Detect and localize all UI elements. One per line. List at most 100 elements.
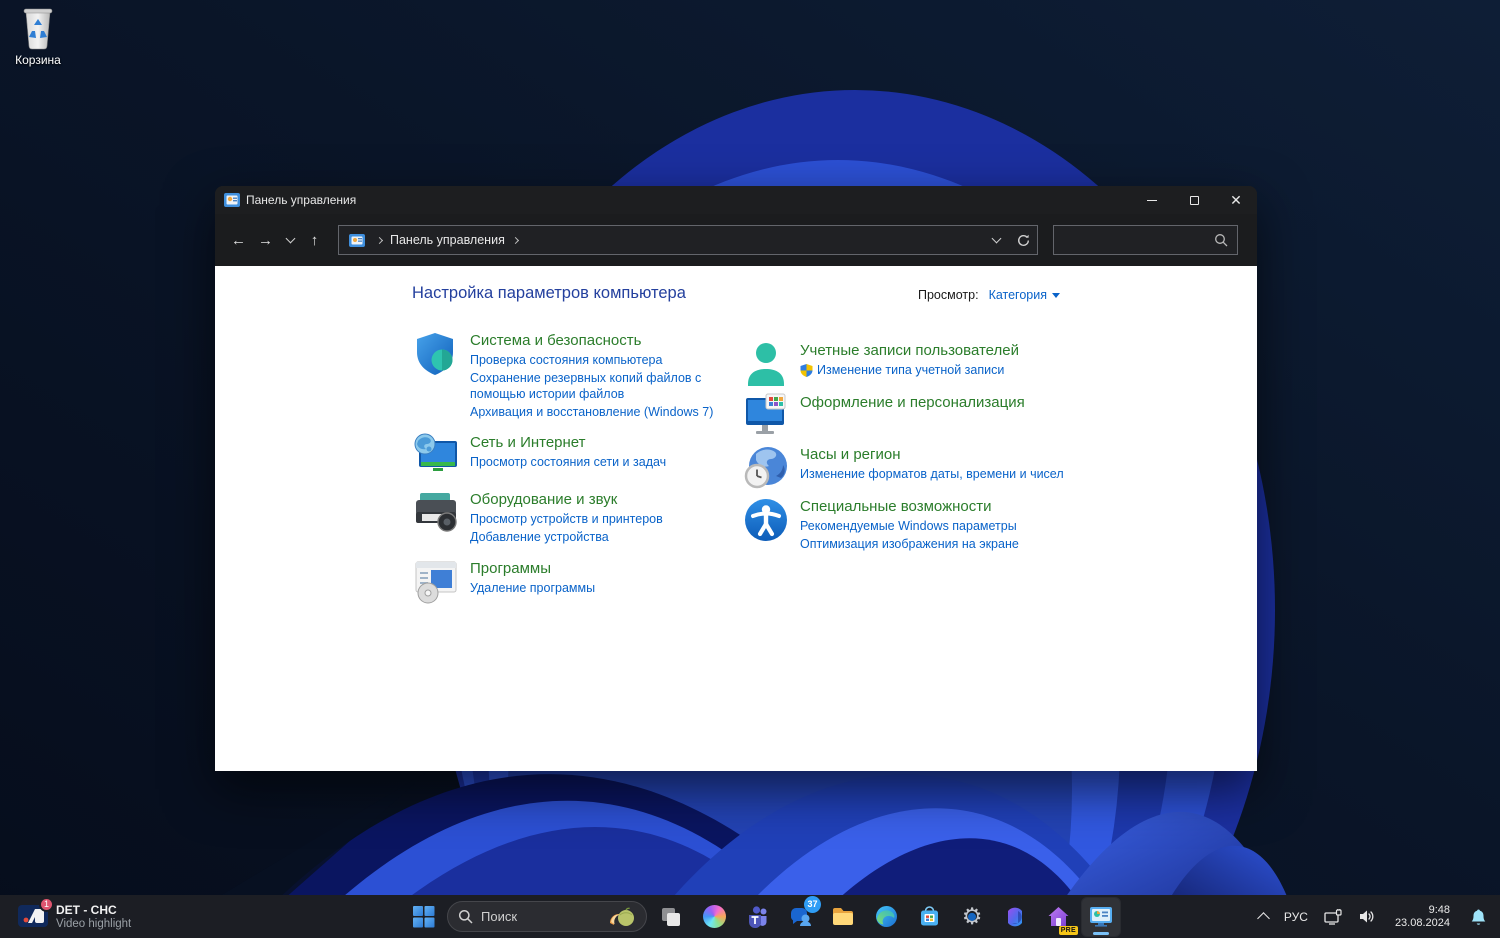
breadcrumb-separator[interactable]	[375, 236, 384, 244]
edge-button[interactable]	[867, 898, 905, 936]
window-titlebar[interactable]: Панель управления ✕	[215, 186, 1257, 214]
settings-gear-center	[968, 912, 976, 921]
language-indicator[interactable]: РУС	[1279, 898, 1313, 936]
chat-unread-badge: 37	[804, 895, 821, 913]
taskbar-search-box[interactable]: Поиск	[447, 901, 647, 932]
globe-clock-icon[interactable]	[742, 444, 790, 492]
taskbar-search-placeholder: Поиск	[481, 909, 518, 924]
store-button[interactable]	[910, 898, 948, 936]
start-button[interactable]	[404, 898, 442, 936]
back-button[interactable]: ←	[225, 227, 252, 254]
task-view-button[interactable]	[652, 898, 690, 936]
category-title-network[interactable]: Сеть и Интернет	[470, 434, 742, 451]
network-monitor-icon[interactable]	[412, 432, 460, 480]
forward-button[interactable]: →	[252, 227, 279, 254]
category-title-hardware[interactable]: Оборудование и звук	[470, 491, 742, 508]
up-button[interactable]: ↑	[301, 227, 328, 254]
link-file-history[interactable]: Сохранение резервных копий файлов с помо…	[470, 371, 742, 402]
recycle-bin-shortcut[interactable]: Корзина	[6, 6, 70, 67]
task-view-icon	[662, 907, 680, 926]
category-system-security: Система и безопасность Проверка состояни…	[412, 330, 744, 423]
minimize-button[interactable]	[1131, 186, 1173, 214]
link-devices-printers[interactable]: Просмотр устройств и принтеров	[470, 512, 742, 527]
maximize-button[interactable]	[1173, 186, 1215, 214]
category-title-clock-region[interactable]: Часы и регион	[800, 446, 1072, 463]
link-add-device[interactable]: Добавление устройства	[470, 530, 742, 545]
notifications-button[interactable]	[1465, 898, 1492, 936]
active-app-indicator	[1093, 931, 1109, 935]
control-panel-taskbar-button[interactable]	[1081, 896, 1121, 937]
address-bar[interactable]: Панель управления	[338, 225, 1038, 255]
control-panel-content: Настройка параметров компьютера Просмотр…	[215, 266, 1257, 771]
categories-right-column: Учетные записи пользователей Изменение т…	[742, 340, 1074, 560]
clock-tray-button[interactable]: 9:48 23.08.2024	[1386, 898, 1459, 936]
widgets-button[interactable]: 1 DET - CHC Video highlight	[10, 895, 139, 938]
microsoft-365-button[interactable]	[996, 898, 1034, 936]
window-search-input[interactable]	[1053, 225, 1238, 255]
teams-icon	[748, 906, 766, 928]
chat-button[interactable]: 37	[781, 895, 821, 936]
hidden-icons-button[interactable]	[1254, 898, 1273, 936]
widget-notification-badge: 1	[39, 896, 54, 912]
link-recommended-settings[interactable]: Рекомендуемые Windows параметры	[800, 519, 1072, 534]
personalization-monitor-icon[interactable]	[742, 392, 790, 440]
breadcrumb-root[interactable]: Панель управления	[390, 233, 505, 247]
link-backup-restore[interactable]: Архивация и восстановление (Windows 7)	[470, 405, 742, 420]
notification-bell-icon	[1471, 909, 1486, 925]
printer-icon[interactable]	[412, 489, 460, 537]
recent-pages-chevron[interactable]	[279, 227, 301, 254]
recycle-bin-label: Корзина	[15, 53, 61, 67]
copilot-button[interactable]	[695, 898, 733, 936]
breadcrumb-control-panel-icon	[349, 233, 365, 247]
view-by-caret-icon[interactable]	[1052, 292, 1060, 298]
copilot-icon	[702, 905, 726, 928]
link-change-formats[interactable]: Изменение форматов даты, времени и чисел	[800, 467, 1072, 482]
category-title-programs[interactable]: Программы	[470, 560, 742, 577]
tray-date: 23.08.2024	[1394, 916, 1450, 929]
control-panel-taskbar-icon	[1090, 906, 1112, 927]
file-explorer-button[interactable]	[824, 898, 862, 936]
category-clock-region: Часы и регион Изменение форматов даты, в…	[742, 444, 1074, 492]
category-title-user-accounts[interactable]: Учетные записи пользователей	[800, 342, 1072, 359]
search-icon	[1215, 234, 1228, 247]
link-network-status[interactable]: Просмотр состояния сети и задач	[470, 455, 742, 470]
user-silhouette-icon[interactable]	[742, 340, 790, 388]
taskbar-center: Поиск 37 PRE	[404, 895, 1121, 938]
file-explorer-icon	[833, 907, 853, 925]
desktop: Корзина Панель управления ✕ ← → ↑ Панель…	[0, 0, 1500, 938]
category-title-appearance[interactable]: Оформление и персонализация	[800, 394, 1072, 411]
view-by-value[interactable]: Категория	[989, 288, 1047, 302]
link-uninstall-program[interactable]: Удаление программы	[470, 581, 742, 596]
category-programs: Программы Удаление программы	[412, 558, 744, 606]
category-network-internet: Сеть и Интернет Просмотр состояния сети …	[412, 432, 744, 480]
accessibility-person-icon[interactable]	[742, 496, 790, 544]
navigation-bar: ← → ↑ Панель управления	[215, 214, 1257, 266]
category-title-ease-of-access[interactable]: Специальные возможности	[800, 498, 1072, 515]
volume-tray-button[interactable]	[1353, 898, 1380, 936]
view-by-label: Просмотр:	[918, 288, 979, 302]
settings-button[interactable]: ⚙	[953, 898, 991, 936]
link-change-account-type[interactable]: Изменение типа учетной записи	[800, 363, 1072, 378]
search-highlight-melon-icon	[609, 907, 634, 926]
network-tray-button[interactable]	[1319, 898, 1347, 936]
tray-time: 9:48	[1428, 903, 1450, 916]
control-panel-icon	[224, 193, 240, 207]
teams-button[interactable]	[738, 898, 776, 936]
link-optimize-display[interactable]: Оптимизация изображения на экране	[800, 537, 1072, 552]
programs-window-icon[interactable]	[412, 558, 460, 606]
link-security-status[interactable]: Проверка состояния компьютера	[470, 353, 742, 368]
shield-icon[interactable]	[412, 330, 460, 378]
close-button[interactable]: ✕	[1215, 186, 1257, 214]
preview-badge: PRE	[1058, 925, 1078, 935]
widget-title: DET - CHC	[56, 902, 117, 917]
chevron-up-icon	[1257, 912, 1270, 925]
control-panel-window: Панель управления ✕ ← → ↑ Панель управле…	[215, 186, 1257, 771]
view-by-control: Просмотр: Категория	[918, 288, 1060, 302]
breadcrumb-separator[interactable]	[511, 236, 519, 244]
category-title-system-security[interactable]: Система и безопасность	[470, 332, 742, 349]
uac-shield-icon	[800, 364, 813, 378]
home-preview-button[interactable]: PRE	[1039, 898, 1078, 936]
address-dropdown-chevron[interactable]	[991, 233, 1002, 243]
window-title: Панель управления	[246, 193, 357, 207]
refresh-icon[interactable]	[1016, 233, 1031, 248]
